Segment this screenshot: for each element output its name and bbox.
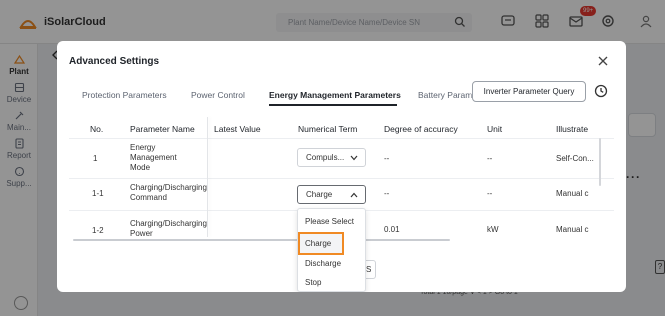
cell-parameter-name: Energy Management Mode <box>130 143 177 172</box>
select-value: Charge <box>306 190 333 199</box>
cell-accuracy: -- <box>384 154 390 163</box>
column-header-parameter-name: Parameter Name <box>130 124 195 134</box>
cell-illustrate: Manual c <box>556 189 589 198</box>
column-header-unit: Unit <box>487 124 503 134</box>
column-header-latest-value: Latest Value <box>214 124 261 134</box>
command-select[interactable]: Charge <box>297 185 366 204</box>
dropdown-option-discharge[interactable]: Discharge <box>298 254 365 273</box>
column-header-illustrate: Illustrate <box>556 124 589 134</box>
tab-protection-parameters[interactable]: Protection Parameters <box>82 90 167 100</box>
modal-title: Advanced Settings <box>69 56 160 67</box>
cell-unit: kW <box>487 225 499 234</box>
cell-illustrate: Manual c <box>556 225 589 234</box>
cell-unit: -- <box>487 189 493 198</box>
chevron-down-icon <box>350 155 358 161</box>
cell-illustrate: Self-Con... <box>556 154 594 163</box>
active-tab-indicator <box>269 104 397 106</box>
vertical-scrollbar[interactable] <box>599 138 601 186</box>
cell-no: 1 <box>93 154 98 163</box>
cell-no: 1-1 <box>92 189 104 198</box>
tab-power-control[interactable]: Power Control <box>191 90 245 100</box>
cell-accuracy: 0.01 <box>384 225 400 234</box>
close-icon[interactable] <box>597 55 609 67</box>
column-header-degree-of-accuracy: Degree of accuracy <box>384 124 458 134</box>
advanced-settings-modal: Advanced Settings Protection Parameters … <box>57 41 626 292</box>
tab-energy-management-parameters[interactable]: Energy Management Parameters <box>269 90 401 100</box>
horizontal-scrollbar[interactable] <box>73 239 450 241</box>
command-dropdown-menu: Please Select Charge Discharge Stop <box>297 208 366 292</box>
cell-unit: -- <box>487 154 493 163</box>
dropdown-option-please-select[interactable]: Please Select <box>298 212 365 231</box>
cell-parameter-name: Charging/Discharging Power <box>130 219 207 238</box>
column-header-no: No. <box>90 124 104 134</box>
cell-no: 1-2 <box>92 226 104 235</box>
header-divider <box>69 138 614 139</box>
dropdown-option-stop[interactable]: Stop <box>298 273 365 292</box>
history-icon[interactable] <box>594 84 608 98</box>
cell-accuracy: -- <box>384 189 390 198</box>
footer-button[interactable]: S <box>366 260 376 279</box>
tab-battery-parameters[interactable]: Battery Param <box>418 90 472 100</box>
select-value: Compuls... <box>306 153 345 162</box>
cell-parameter-name: Charging/Discharging Command <box>130 183 207 202</box>
dropdown-option-charge[interactable]: Charge <box>298 232 344 255</box>
frozen-column-divider <box>207 117 208 237</box>
numerical-term-select[interactable]: Compuls... <box>297 148 366 167</box>
chevron-up-icon <box>350 192 358 198</box>
row-divider <box>69 178 614 179</box>
inverter-parameter-query-button[interactable]: Inverter Parameter Query <box>472 81 586 102</box>
column-header-numerical-term: Numerical Term <box>298 124 358 134</box>
